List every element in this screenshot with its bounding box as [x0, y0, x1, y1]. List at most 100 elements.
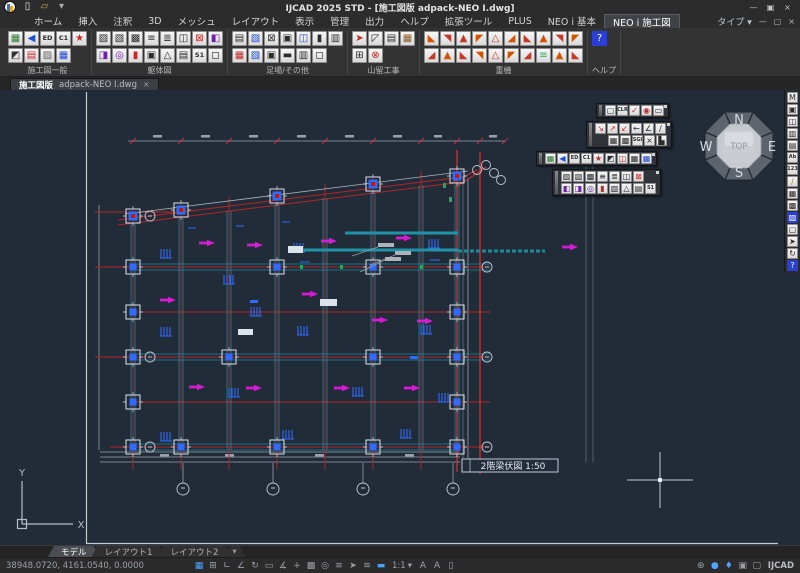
ribbon-tab-8[interactable]: 管理: [322, 14, 357, 28]
crane4-icon[interactable]: ◤: [472, 31, 487, 46]
truck7-icon[interactable]: ◢: [520, 48, 535, 63]
image1-icon[interactable]: ▦: [787, 188, 798, 199]
floating-toolbar-structure[interactable]: ▨▧▩≡≣◫⊠◧◨◎▮▧△▤S1: [552, 169, 661, 196]
polar-icon[interactable]: ∠: [234, 559, 248, 572]
beam-c-icon[interactable]: ◫: [621, 171, 632, 182]
ribbon-tab-3[interactable]: 注釈: [105, 14, 140, 28]
clr-icon[interactable]: CLR: [617, 105, 628, 116]
close-button[interactable]: ×: [779, 3, 796, 12]
ortho-icon[interactable]: ∟: [220, 559, 234, 572]
rows-icon[interactable]: ▥: [787, 128, 798, 139]
back-icon[interactable]: ◀: [24, 31, 39, 46]
col4-icon[interactable]: ▮: [128, 48, 143, 63]
truck9-icon[interactable]: ◣: [568, 48, 583, 63]
move-up-icon[interactable]: M: [787, 92, 798, 103]
toolbar-grip[interactable]: [599, 105, 602, 116]
frame-icon[interactable]: ◻: [312, 48, 327, 63]
hatch-d-icon[interactable]: ▧: [609, 183, 620, 194]
clean-screen-icon[interactable]: ▢: [750, 559, 764, 572]
annotation-scale-chip[interactable]: 1:1▾: [389, 561, 415, 571]
document-tab-close-icon[interactable]: ×: [143, 80, 150, 89]
doc-restore-button[interactable]: ▢: [774, 17, 782, 26]
angle-icon[interactable]: ∠: [643, 123, 654, 134]
stamp-icon[interactable]: ★: [593, 153, 604, 164]
beam-b-icon[interactable]: ≣: [609, 171, 620, 182]
help-icon[interactable]: ?: [592, 31, 607, 46]
sheet-icon[interactable]: ▢: [605, 105, 616, 116]
isolate-icon[interactable]: ▣: [736, 559, 750, 572]
open-folder-icon[interactable]: ▱: [37, 0, 52, 15]
toolbar-grip[interactable]: [539, 153, 542, 164]
grid2-icon[interactable]: ▩: [620, 135, 631, 146]
delete-icon[interactable]: ⊠: [633, 171, 644, 182]
sgi-icon[interactable]: SGI: [632, 135, 643, 146]
mesh-icon[interactable]: ▦: [629, 153, 640, 164]
toolbar-grip[interactable]: [589, 123, 592, 146]
floating-toolbar-general[interactable]: ▦◀EDC1★◩◫▦▦: [536, 151, 657, 166]
grid-blue-icon[interactable]: ▦: [56, 48, 71, 63]
select-arrow-icon[interactable]: ➤: [346, 559, 360, 572]
blank-icon[interactable]: ▢: [787, 224, 798, 235]
chart-icon[interactable]: ▨: [787, 212, 798, 223]
crane9-icon[interactable]: ◥: [552, 31, 567, 46]
doc-close-button[interactable]: ×: [788, 17, 795, 26]
restore-button[interactable]: ▣: [762, 3, 779, 12]
hatch1-icon[interactable]: ▨: [96, 31, 111, 46]
snap-icon[interactable]: ▦: [192, 559, 206, 572]
brace-icon[interactable]: ◸: [368, 31, 383, 46]
truck8-icon[interactable]: ▲: [552, 48, 567, 63]
cycle-icon[interactable]: ◎: [318, 559, 332, 572]
crane6-icon[interactable]: ◢: [504, 31, 519, 46]
cross-icon[interactable]: ×: [644, 135, 655, 146]
ribbon-tab-13[interactable]: NEO i 基本: [540, 14, 604, 28]
c1-icon[interactable]: C1: [581, 153, 592, 164]
hatch-icon[interactable]: ▩: [304, 559, 318, 572]
doc-minimize-button[interactable]: —: [759, 17, 767, 26]
anchor-icon[interactable]: ➤: [352, 31, 367, 46]
refresh-icon[interactable]: ↻: [787, 248, 798, 259]
truck5-icon[interactable]: △: [488, 48, 503, 63]
settings-gear-icon[interactable]: ⊛: [694, 559, 708, 572]
arrow-ne-icon[interactable]: ↗: [607, 123, 618, 134]
doc-icon[interactable]: ▤: [24, 48, 39, 63]
hatch3-icon[interactable]: ▩: [128, 31, 143, 46]
grid-icon[interactable]: ⊞: [206, 559, 220, 572]
truck3-icon[interactable]: ◣: [456, 48, 471, 63]
unlock-icon[interactable]: ●: [708, 559, 722, 572]
3d-icon[interactable]: ≋: [360, 559, 374, 572]
crane3-icon[interactable]: ▲: [456, 31, 471, 46]
beam3-icon[interactable]: ◫: [176, 31, 191, 46]
col2-icon[interactable]: ◨: [96, 48, 111, 63]
paper-icon[interactable]: ▯: [444, 559, 458, 572]
col3-icon[interactable]: ◎: [112, 48, 127, 63]
hatch2-icon[interactable]: ▧: [112, 31, 127, 46]
door-icon[interactable]: ◫: [617, 153, 628, 164]
toolbar-grip[interactable]: [555, 171, 558, 194]
lift-icon[interactable]: ≡: [536, 48, 551, 63]
scaffold5-icon[interactable]: ◫: [296, 31, 311, 46]
col-b-icon[interactable]: ◨: [573, 183, 584, 194]
scaffold1-icon[interactable]: ▤: [232, 31, 247, 46]
osnap-icon[interactable]: ▭: [262, 559, 276, 572]
truck4-icon[interactable]: ◥: [472, 48, 487, 63]
marker-icon[interactable]: +: [290, 559, 304, 572]
col5-icon[interactable]: ▣: [144, 48, 159, 63]
panel-icon[interactable]: ▣: [264, 48, 279, 63]
tile-icon[interactable]: ◫: [787, 116, 798, 127]
ribbon-tab-14[interactable]: NEO i 施工図: [604, 14, 680, 28]
minimize-button[interactable]: —: [745, 3, 762, 12]
c1-icon[interactable]: C1: [56, 31, 71, 46]
qat-caret-icon[interactable]: ▾: [54, 0, 69, 15]
monitor-icon[interactable]: ▭: [653, 105, 664, 116]
scaffold3-icon[interactable]: ⊠: [264, 31, 279, 46]
crane10-icon[interactable]: ◤: [568, 31, 583, 46]
net-icon[interactable]: ▥: [296, 48, 311, 63]
tri-icon[interactable]: △: [621, 183, 632, 194]
ribbon-tab-4[interactable]: 3D: [140, 14, 169, 28]
crane1-icon[interactable]: ◣: [424, 31, 439, 46]
col-c-icon[interactable]: ◎: [585, 183, 596, 194]
viewcube[interactable]: TOP N S W E: [700, 112, 777, 181]
ed-icon[interactable]: ED: [40, 31, 55, 46]
box-icon[interactable]: ◻: [208, 48, 223, 63]
grid-blue-icon[interactable]: ▦: [641, 153, 652, 164]
